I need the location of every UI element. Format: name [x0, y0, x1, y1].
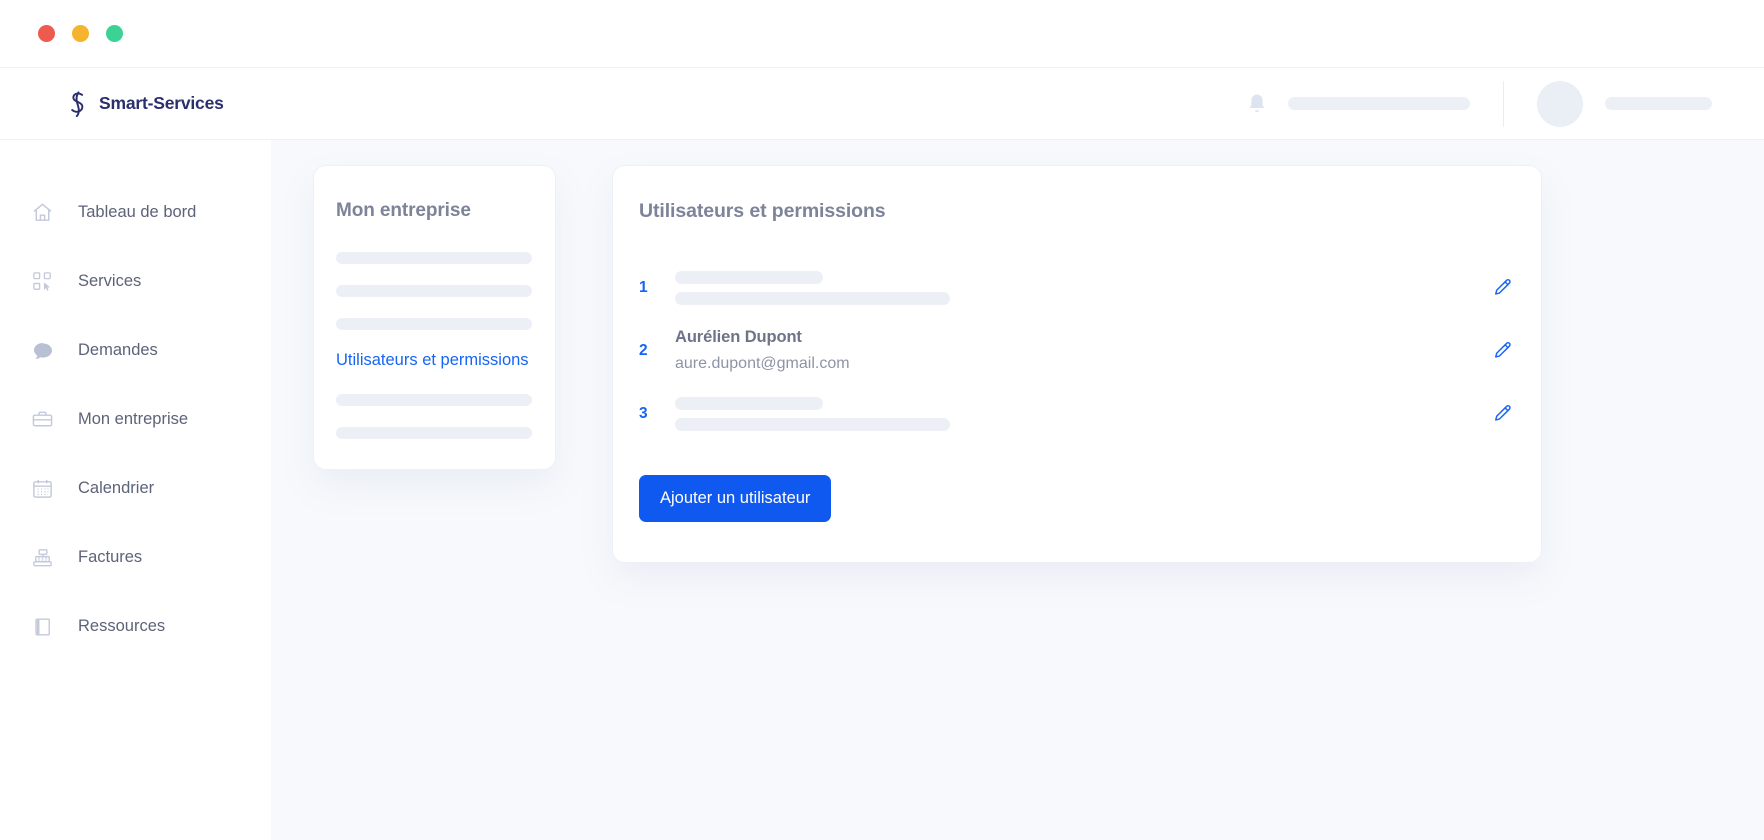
- traffic-lights: [38, 25, 123, 42]
- subnav-skeleton-item: [336, 285, 532, 297]
- window-titlebar: [0, 0, 1764, 68]
- home-icon: [30, 200, 55, 225]
- subnav-skeleton-item: [336, 252, 532, 264]
- avatar[interactable]: [1537, 80, 1583, 127]
- book-icon: [30, 614, 55, 639]
- close-window-button[interactable]: [38, 25, 55, 42]
- row-name-placeholder: [675, 270, 823, 284]
- sidebar-item-ressources[interactable]: Ressources: [0, 592, 271, 661]
- notification-bell-icon[interactable]: [1247, 93, 1267, 115]
- brand-logo[interactable]: Smart-Services: [0, 90, 271, 117]
- header-right-cluster: [1247, 80, 1764, 127]
- sidebar-item-label: Mon entreprise: [78, 410, 189, 428]
- company-subnav-card: Mon entreprise Utilisateurs et permissio…: [313, 165, 556, 470]
- sidebar-item-tableau-de-bord[interactable]: Tableau de bord: [0, 178, 271, 247]
- subnav-skeleton-item: [336, 427, 532, 439]
- sidebar-item-services[interactable]: Services: [0, 247, 271, 316]
- sidebar: Tableau de bord Services Demandes Mon en…: [0, 140, 271, 840]
- sidebar-item-calendrier[interactable]: Calendrier: [0, 454, 271, 523]
- sidebar-item-label: Factures: [78, 548, 143, 566]
- zoom-window-button[interactable]: [106, 25, 123, 42]
- sidebar-item-label: Services: [78, 272, 142, 290]
- row-content: Aurélien Dupont aure.dupont@gmail.com: [675, 328, 1489, 373]
- briefcase-icon: [30, 407, 55, 432]
- row-content: [675, 396, 1489, 431]
- minimize-window-button[interactable]: [72, 25, 89, 42]
- calendar-icon: [30, 476, 55, 501]
- row-name-placeholder: [675, 396, 823, 410]
- speech-bubble-icon: [30, 338, 55, 363]
- user-name: Aurélien Dupont: [675, 328, 802, 346]
- user-email: aure.dupont@gmail.com: [675, 355, 850, 372]
- row-index: 3: [639, 404, 648, 422]
- row-content: [675, 270, 1489, 305]
- header-divider: [1503, 80, 1504, 127]
- subnav-title: Mon entreprise: [336, 200, 471, 221]
- cash-register-icon: [30, 545, 55, 570]
- app-header: Smart-Services: [0, 68, 1764, 140]
- pencil-edit-icon[interactable]: [1489, 401, 1515, 427]
- grid-cursor-icon: [30, 269, 55, 294]
- page-title: Utilisateurs et permissions: [639, 200, 886, 222]
- brand-name: Smart-Services: [99, 93, 224, 113]
- sidebar-item-demandes[interactable]: Demandes: [0, 316, 271, 385]
- app-body: Tableau de bord Services Demandes Mon en…: [0, 140, 1764, 840]
- sidebar-item-mon-entreprise[interactable]: Mon entreprise: [0, 385, 271, 454]
- subnav-skeleton-item: [336, 394, 532, 406]
- row-index: 1: [639, 278, 648, 296]
- subnav-skeleton-item: [336, 318, 532, 330]
- table-row[interactable]: 3: [613, 382, 1541, 445]
- sidebar-item-label: Calendrier: [78, 479, 155, 497]
- sidebar-item-factures[interactable]: Factures: [0, 523, 271, 592]
- subnav-item-utilisateurs-et-permissions[interactable]: Utilisateurs et permissions: [336, 351, 532, 370]
- main-content: Mon entreprise Utilisateurs et permissio…: [271, 140, 1764, 840]
- pencil-edit-icon[interactable]: [1489, 338, 1515, 364]
- table-row[interactable]: 1: [613, 256, 1541, 319]
- row-email-placeholder: [675, 291, 950, 305]
- pencil-edit-icon[interactable]: [1489, 275, 1515, 301]
- sidebar-item-label: Tableau de bord: [78, 203, 197, 221]
- s-monogram-icon: [71, 90, 84, 117]
- username-placeholder: [1605, 97, 1712, 110]
- notification-text-placeholder: [1288, 97, 1470, 110]
- add-user-button[interactable]: Ajouter un utilisateur: [639, 475, 832, 522]
- users-permissions-card: Utilisateurs et permissions 1 2 Aurélien…: [612, 165, 1542, 563]
- table-row[interactable]: 2 Aurélien Dupont aure.dupont@gmail.com: [613, 319, 1541, 382]
- sidebar-item-label: Ressources: [78, 617, 166, 635]
- sidebar-item-label: Demandes: [78, 341, 158, 359]
- row-email-placeholder: [675, 417, 950, 431]
- row-index: 2: [639, 341, 648, 359]
